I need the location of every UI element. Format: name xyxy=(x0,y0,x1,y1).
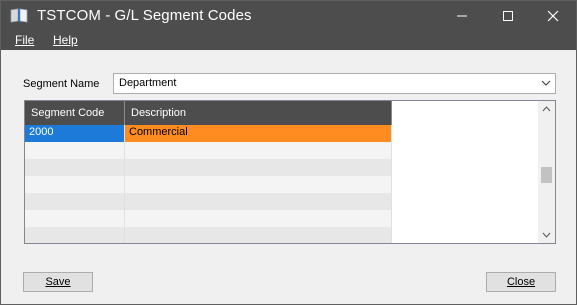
grid-header: Segment Code Description xyxy=(25,101,392,125)
segment-code-cell[interactable] xyxy=(25,193,125,210)
description-cell[interactable]: Commercial xyxy=(125,125,392,142)
segment-name-select[interactable]: Department xyxy=(113,73,556,94)
description-cell[interactable] xyxy=(125,227,392,243)
description-cell[interactable] xyxy=(125,159,392,176)
description-cell[interactable] xyxy=(125,193,392,210)
chevron-down-icon[interactable] xyxy=(538,226,555,243)
save-button[interactable]: Save xyxy=(23,272,93,292)
segment-code-cell[interactable]: 2000 xyxy=(25,125,125,142)
maximize-button[interactable] xyxy=(485,1,531,31)
menu-help[interactable]: Help xyxy=(53,33,78,47)
table-row[interactable]: 2000 Commercial xyxy=(25,125,392,142)
description-cell[interactable] xyxy=(125,142,392,159)
segment-name-value: Department xyxy=(119,77,177,89)
segment-code-cell[interactable] xyxy=(25,210,125,227)
table-row[interactable] xyxy=(25,210,392,227)
table-row[interactable] xyxy=(25,159,392,176)
chevron-down-icon xyxy=(541,78,551,88)
table-row[interactable] xyxy=(25,227,392,243)
window-title: TSTCOM - G/L Segment Codes xyxy=(37,7,252,24)
description-cell[interactable] xyxy=(125,176,392,193)
segment-code-cell[interactable] xyxy=(25,159,125,176)
grid-rows: 2000 Commercial xyxy=(25,125,392,243)
scrollbar-thumb[interactable] xyxy=(541,167,552,183)
segment-code-cell[interactable] xyxy=(25,176,125,193)
minimize-button[interactable] xyxy=(439,1,485,31)
segment-code-cell[interactable] xyxy=(25,142,125,159)
grid-vertical-scrollbar[interactable] xyxy=(538,101,555,243)
close-window-button[interactable] xyxy=(530,1,576,31)
segment-codes-grid[interactable]: Segment Code Description 2000 Commercial xyxy=(24,100,556,244)
column-header-description[interactable]: Description xyxy=(125,101,392,125)
segment-name-label: Segment Name xyxy=(23,78,100,90)
chevron-up-icon[interactable] xyxy=(538,101,555,118)
menu-file[interactable]: File xyxy=(15,33,34,47)
table-row[interactable] xyxy=(25,176,392,193)
book-icon xyxy=(10,8,28,23)
close-button[interactable]: Close xyxy=(486,272,556,292)
column-header-segment-code[interactable]: Segment Code xyxy=(25,101,125,125)
menu-bar: File Help xyxy=(1,31,576,50)
title-bar: TSTCOM - G/L Segment Codes xyxy=(1,1,576,31)
segment-code-cell[interactable] xyxy=(25,227,125,243)
table-row[interactable] xyxy=(25,142,392,159)
save-button-label: Save xyxy=(45,276,71,288)
app-window: TSTCOM - G/L Segment Codes File Help Seg… xyxy=(0,0,577,305)
description-cell[interactable] xyxy=(125,210,392,227)
table-row[interactable] xyxy=(25,193,392,210)
close-button-label: Close xyxy=(506,276,536,288)
